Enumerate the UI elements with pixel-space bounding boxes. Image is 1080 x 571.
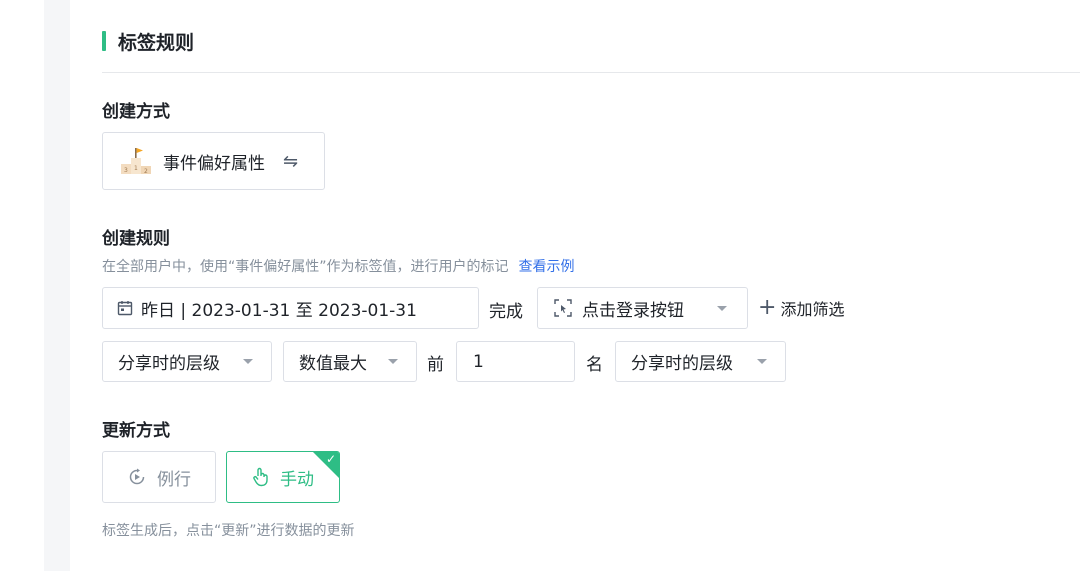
view-example-link[interactable]: 查看示例 [519, 259, 575, 275]
hand-pointer-icon [252, 467, 270, 487]
chevron-down-icon [388, 359, 398, 364]
section-title: 标签规则 [118, 31, 195, 54]
check-icon: ✓ [325, 452, 336, 466]
svg-text:1: 1 [134, 165, 138, 172]
svg-text:2: 2 [144, 168, 148, 175]
rank-input[interactable]: 1 [456, 341, 575, 382]
aggregation-select-value: 数值最大 [299, 354, 367, 374]
left-rail [0, 0, 70, 571]
swap-icon[interactable]: ⇋ [283, 151, 298, 172]
create-rule-hint: 在全部用户中，使用“事件偏好属性”作为标签值，进行用户的标记 查看示例 [102, 256, 575, 276]
add-filter-button[interactable]: + 添加筛选 [758, 296, 844, 320]
routine-play-icon [127, 467, 147, 487]
create-method-value: 事件偏好属性 [163, 153, 265, 174]
svg-text:3: 3 [124, 167, 128, 174]
chevron-down-icon [757, 359, 767, 364]
create-rule-label: 创建规则 [102, 229, 170, 249]
name-text: 名 [586, 355, 603, 375]
chevron-down-icon [243, 359, 253, 364]
create-method-selector[interactable]: 3 1 2 事件偏好属性 ⇋ [102, 132, 325, 190]
create-method-label: 创建方式 [102, 102, 170, 122]
add-filter-label: 添加筛选 [780, 300, 845, 319]
update-option-routine[interactable]: 例行 [102, 451, 216, 503]
update-option-manual[interactable]: 手动 ✓ [226, 451, 340, 503]
click-target-icon [554, 299, 572, 317]
update-option-routine-label: 例行 [157, 469, 191, 490]
update-method-label: 更新方式 [102, 421, 170, 441]
attribute-select-2[interactable]: 分享时的层级 [615, 341, 786, 382]
event-select[interactable]: 点击登录按钮 [537, 287, 748, 329]
plus-icon: + [758, 295, 777, 320]
chevron-down-icon [717, 305, 727, 311]
date-range-picker[interactable]: 昨日 | 2023-01-31 至 2023-01-31 [102, 287, 479, 329]
attribute-select-value: 分享时的层级 [118, 354, 220, 374]
event-value: 点击登录按钮 [582, 300, 684, 321]
aggregation-select[interactable]: 数值最大 [283, 341, 417, 382]
done-text: 完成 [489, 302, 523, 322]
calendar-icon [117, 300, 133, 316]
update-hint: 标签生成后，点击“更新”进行数据的更新 [102, 523, 355, 539]
date-range-value: 昨日 | 2023-01-31 至 2023-01-31 [141, 300, 417, 321]
create-rule-hint-text: 在全部用户中，使用“事件偏好属性”作为标签值，进行用户的标记 [102, 259, 509, 275]
before-text: 前 [427, 355, 444, 375]
update-option-manual-label: 手动 [280, 469, 314, 490]
left-rail-strip [44, 0, 70, 571]
rank-input-value: 1 [473, 351, 484, 372]
accent-bar [102, 31, 106, 51]
attribute-select[interactable]: 分享时的层级 [102, 341, 272, 382]
attribute-select-2-value: 分享时的层级 [631, 354, 733, 374]
section-header: 标签规则 [102, 28, 194, 54]
podium-flag-icon: 3 1 2 [119, 146, 153, 176]
section-divider [102, 72, 1080, 73]
tag-rule-panel: 标签规则 创建方式 3 1 2 事件偏好属性 ⇋ 创建规则 在全部用户中，使用“… [70, 0, 1080, 571]
